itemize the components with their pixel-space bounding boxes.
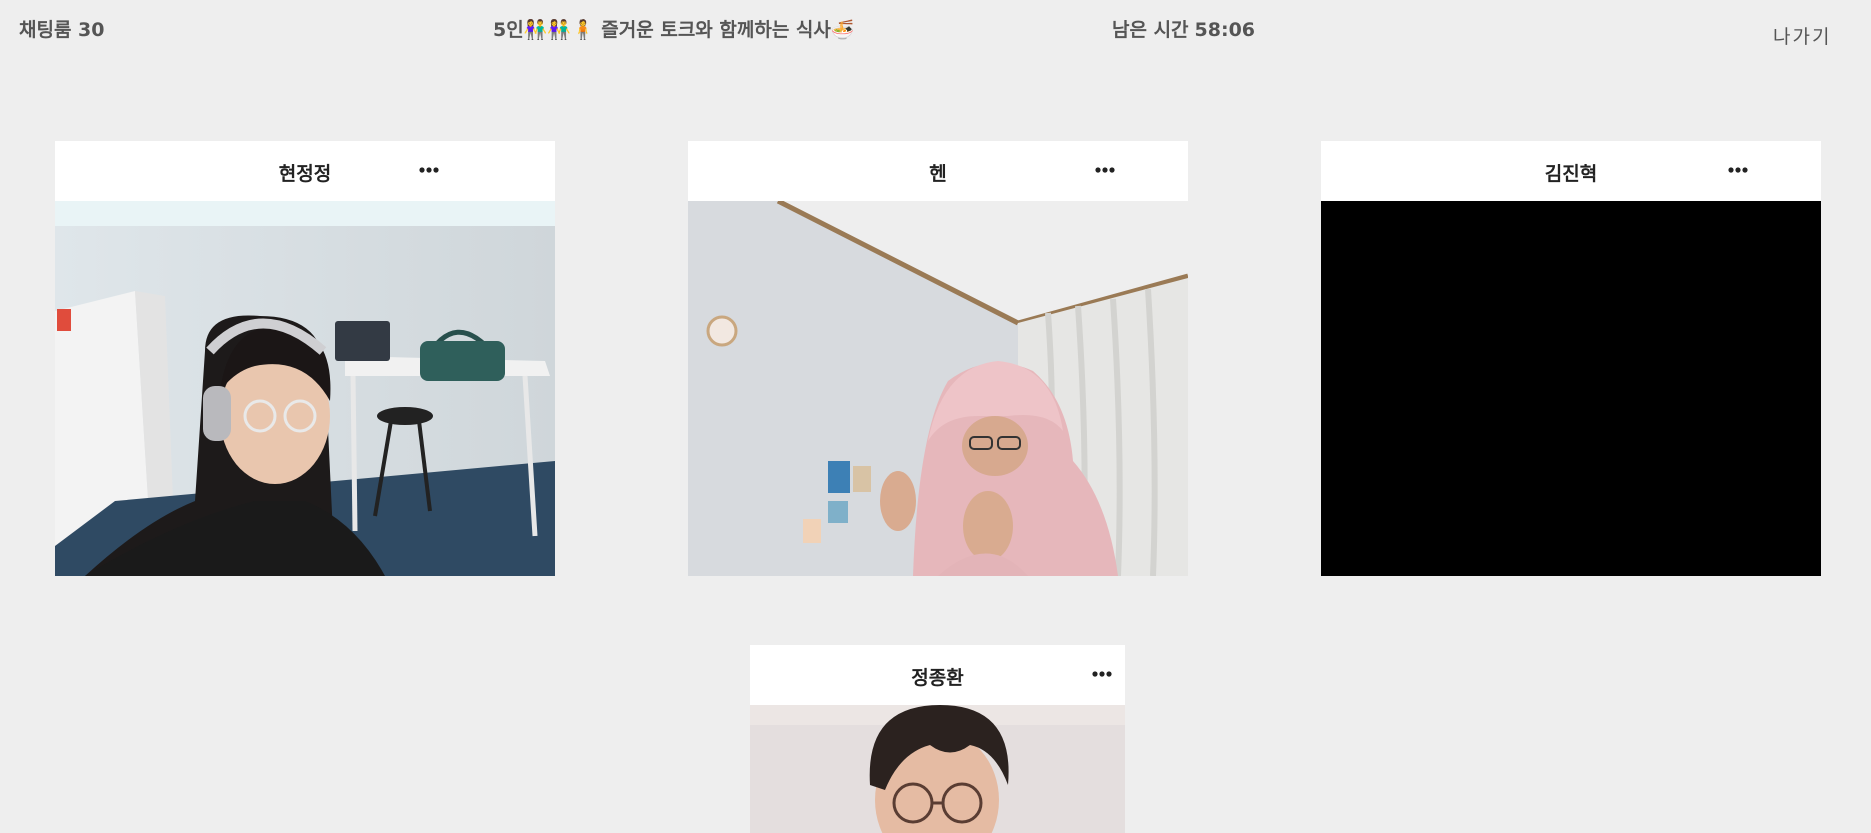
remaining-time-label: 남은 시간: [1112, 19, 1189, 41]
room-name: 채팅룸 30: [19, 19, 105, 41]
video-feed-man-glasses: [750, 705, 1125, 833]
participant-video: [55, 201, 555, 576]
remaining-time-value: 58:06: [1194, 19, 1256, 41]
more-options-button[interactable]: [1718, 155, 1758, 185]
participant-video-off: [1321, 201, 1821, 576]
participant-name: 현정정: [278, 163, 332, 185]
more-horizontal-icon: [1728, 167, 1748, 173]
participant-name: 정종환: [911, 667, 964, 689]
room-title: 5인👫👫🧍 즐거운 토크와 함께하는 식사🍜: [493, 19, 855, 41]
participant-tile: 정종환: [750, 645, 1125, 833]
more-horizontal-icon: [1095, 167, 1115, 173]
leave-button[interactable]: 나가기: [1773, 22, 1831, 49]
participant-header: 현정정: [55, 141, 555, 201]
more-options-button[interactable]: [1085, 155, 1125, 185]
participant-video: [750, 705, 1125, 833]
more-options-button[interactable]: [1082, 659, 1122, 689]
participant-tile: 김진혁: [1321, 141, 1821, 576]
top-bar: 채팅룸 30 5인👫👫🧍 즐거운 토크와 함께하는 식사🍜 남은 시간 58:06…: [0, 0, 1871, 60]
participant-tile: 헨: [688, 141, 1188, 576]
remaining-time: 남은 시간 58:06: [1112, 15, 1255, 42]
participant-header: 헨: [688, 141, 1188, 201]
participant-header: 김진혁: [1321, 141, 1821, 201]
video-feed-person-pink-hoodie: [688, 201, 1188, 576]
video-feed-woman-headphones: [55, 201, 555, 576]
participant-video: [688, 201, 1188, 576]
participant-tile: 현정정: [55, 141, 555, 576]
more-horizontal-icon: [1092, 671, 1112, 677]
more-horizontal-icon: [419, 167, 439, 173]
more-options-button[interactable]: [409, 155, 449, 185]
participant-header: 정종환: [750, 645, 1125, 705]
